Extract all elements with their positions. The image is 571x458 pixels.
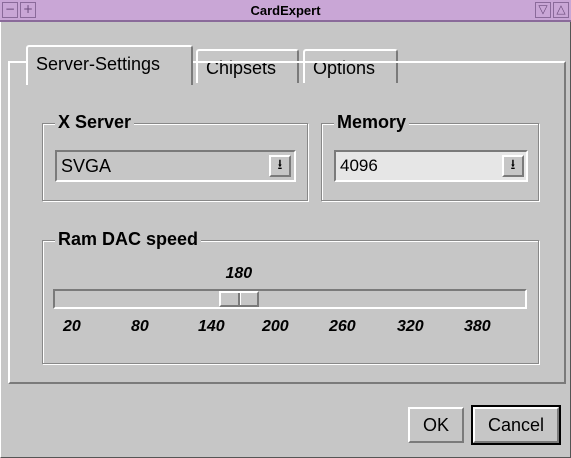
tick-label: 20 (63, 318, 81, 335)
slider-value: 180 (225, 265, 253, 282)
tab-server-settings[interactable]: Server-Settings (26, 45, 193, 85)
x-server-combo[interactable]: SVGA ⭳ (55, 150, 296, 182)
tick-label: 260 (329, 318, 356, 335)
down-arrow-icon[interactable]: ⭳ (269, 155, 291, 177)
tick-label: 380 (464, 318, 491, 335)
tab-label: Server-Settings (36, 54, 161, 74)
x-server-title: X Server (55, 112, 135, 133)
cancel-label: Cancel (487, 415, 545, 435)
tick-label: 320 (397, 318, 424, 335)
memory-combo[interactable]: 4096 ⭳ (334, 150, 528, 182)
ram-dac-title: Ram DAC speed (55, 229, 202, 250)
memory-title: Memory (334, 112, 410, 133)
title-bar[interactable]: − + CardExpert ▽ △ (0, 0, 571, 22)
tick-label: 80 (131, 318, 149, 335)
raise-icon[interactable]: △ (553, 2, 569, 18)
ok-label: OK (422, 415, 449, 435)
shade-icon[interactable]: ▽ (535, 2, 551, 18)
down-arrow-icon[interactable]: ⭳ (502, 155, 524, 177)
ok-button[interactable]: OK (408, 407, 464, 443)
slider-thumb[interactable] (218, 291, 259, 307)
memory-value: 4096 (340, 156, 378, 175)
window-title: CardExpert (250, 3, 321, 18)
x-server-value: SVGA (61, 156, 112, 176)
cancel-button[interactable]: Cancel (471, 405, 561, 445)
tick-label: 140 (198, 318, 225, 335)
tick-label: 200 (262, 318, 289, 335)
ram-dac-slider[interactable] (53, 289, 527, 309)
